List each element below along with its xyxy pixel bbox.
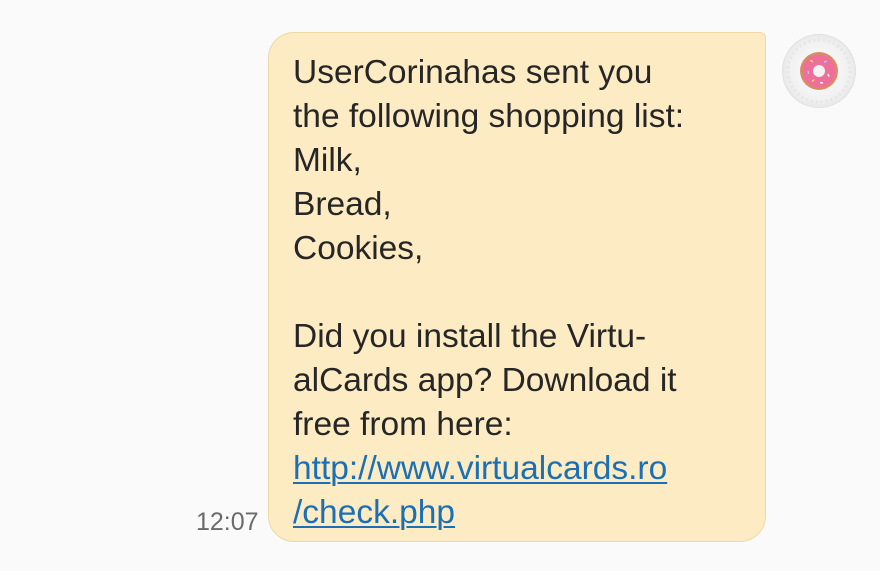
message-bubble[interactable]: UserCorinahas sent you the following sho… — [268, 32, 766, 542]
message-link[interactable]: http://www.virtualcards.ro /check.php — [293, 447, 745, 535]
donut-icon — [786, 38, 852, 104]
message-timestamp: 12:07 — [196, 508, 259, 536]
conversation-view: 12:07 UserCorinahas sent you the followi… — [0, 0, 880, 571]
message-text: UserCorinahas sent you the following sho… — [293, 54, 685, 443]
sender-avatar[interactable] — [782, 34, 856, 108]
